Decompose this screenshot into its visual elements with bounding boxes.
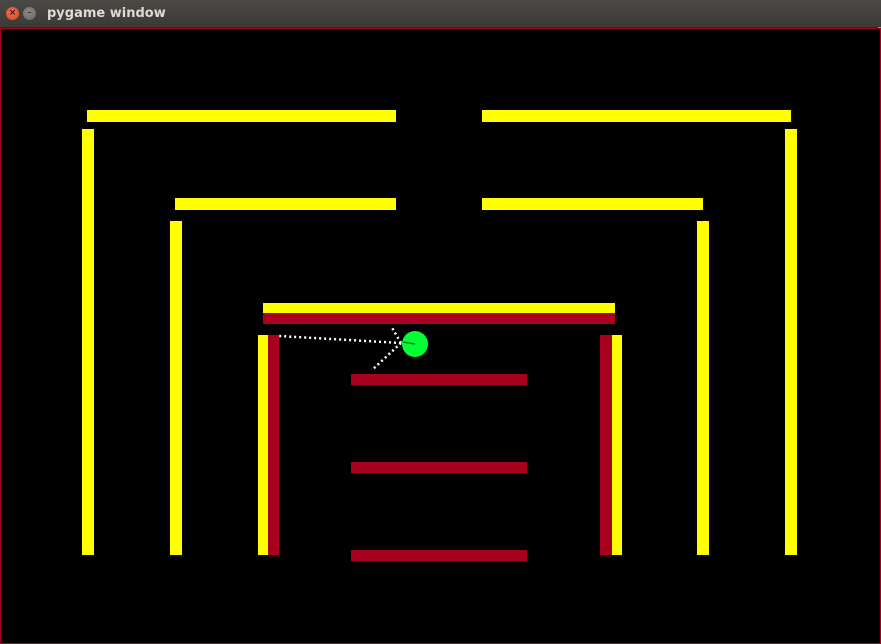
inner-walls xyxy=(263,313,615,561)
close-button[interactable]: × xyxy=(6,7,19,20)
title-bar: × – pygame window xyxy=(0,0,881,28)
wall-inner-right-red xyxy=(600,335,612,555)
wall-top-left xyxy=(87,110,396,122)
wall-mid-top-left xyxy=(175,198,396,210)
wall-inner-top-red xyxy=(263,313,615,324)
outer-walls xyxy=(82,110,797,555)
window-title: pygame window xyxy=(47,6,166,21)
bar-red-2 xyxy=(351,462,527,473)
bar-red-3 xyxy=(351,550,527,561)
wall-inner-left-red xyxy=(268,335,279,555)
game-canvas[interactable] xyxy=(0,28,881,644)
sensor-ray-down xyxy=(371,342,402,371)
wall-inner-left-yellow xyxy=(258,335,268,555)
wall-inner-top-yellow xyxy=(263,303,615,313)
wall-inner-right-yellow xyxy=(612,335,622,555)
sensor-rays xyxy=(278,325,403,371)
agent xyxy=(402,331,428,357)
wall-mid-top-right xyxy=(482,198,703,210)
minimize-button[interactable]: – xyxy=(23,7,36,20)
wall-top-right xyxy=(482,110,791,122)
game-scene xyxy=(82,110,797,561)
sensor-ray-up xyxy=(389,325,403,344)
wall-right-outer xyxy=(785,129,797,555)
wall-right-mid xyxy=(697,221,709,555)
close-icon: × xyxy=(8,8,17,18)
bar-red-1 xyxy=(351,374,527,385)
wall-left-outer xyxy=(82,129,94,555)
wall-left-mid xyxy=(170,221,182,555)
minimize-icon: – xyxy=(27,8,32,18)
sensor-ray-left xyxy=(278,334,402,345)
